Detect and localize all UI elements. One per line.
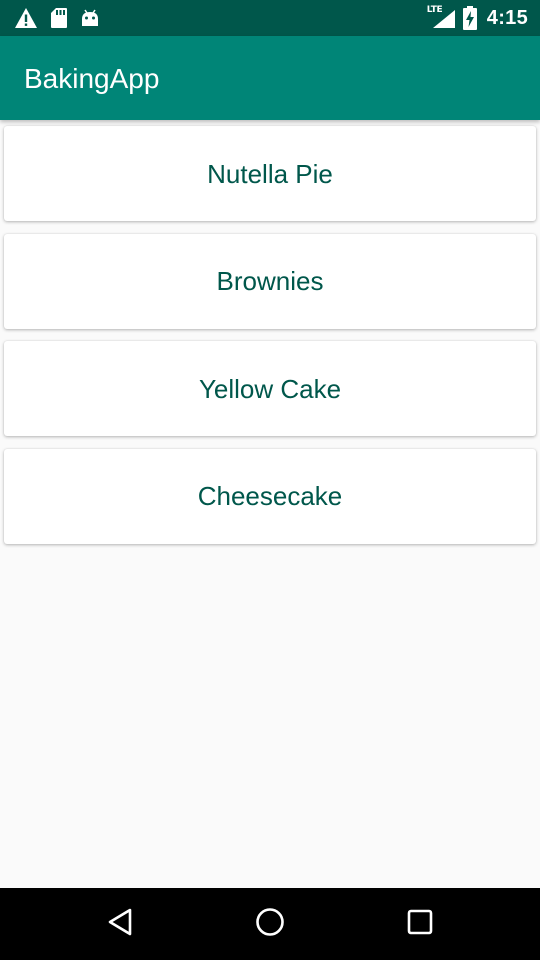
- navigation-bar: [0, 888, 540, 960]
- app-title: BakingApp: [24, 63, 160, 94]
- home-button[interactable]: [250, 904, 290, 944]
- home-icon: [255, 907, 285, 942]
- recipe-card[interactable]: Yellow Cake: [4, 341, 536, 436]
- recipe-name: Nutella Pie: [207, 158, 333, 189]
- sd-card-icon: [50, 7, 68, 29]
- status-bar-system: LTE 4:15: [427, 5, 528, 30]
- recipe-name: Brownies: [216, 266, 324, 296]
- status-bar-notifications: [14, 6, 100, 30]
- recipe-card[interactable]: Cheesecake: [4, 448, 536, 544]
- status-time: 4:15: [486, 6, 528, 29]
- back-icon: [107, 908, 133, 941]
- recipe-card[interactable]: Nutella Pie: [4, 126, 536, 221]
- back-button[interactable]: [100, 904, 140, 944]
- app-toolbar: BakingApp: [0, 36, 540, 120]
- warning-icon: [14, 7, 38, 29]
- recents-button[interactable]: [400, 904, 440, 944]
- android-icon: [80, 8, 100, 28]
- recipe-name: Cheesecake: [197, 481, 343, 511]
- recents-icon: [407, 909, 433, 940]
- battery-charging-icon: [462, 6, 477, 30]
- lte-signal-icon: LTE: [427, 5, 455, 30]
- recipe-card[interactable]: Brownies: [4, 233, 536, 329]
- status-bar: LTE 4:15: [0, 0, 540, 36]
- recipe-name: Yellow Cake: [198, 373, 342, 404]
- recipe-list: Nutella Pie Brownies Yellow Cake Cheesec…: [4, 126, 536, 556]
